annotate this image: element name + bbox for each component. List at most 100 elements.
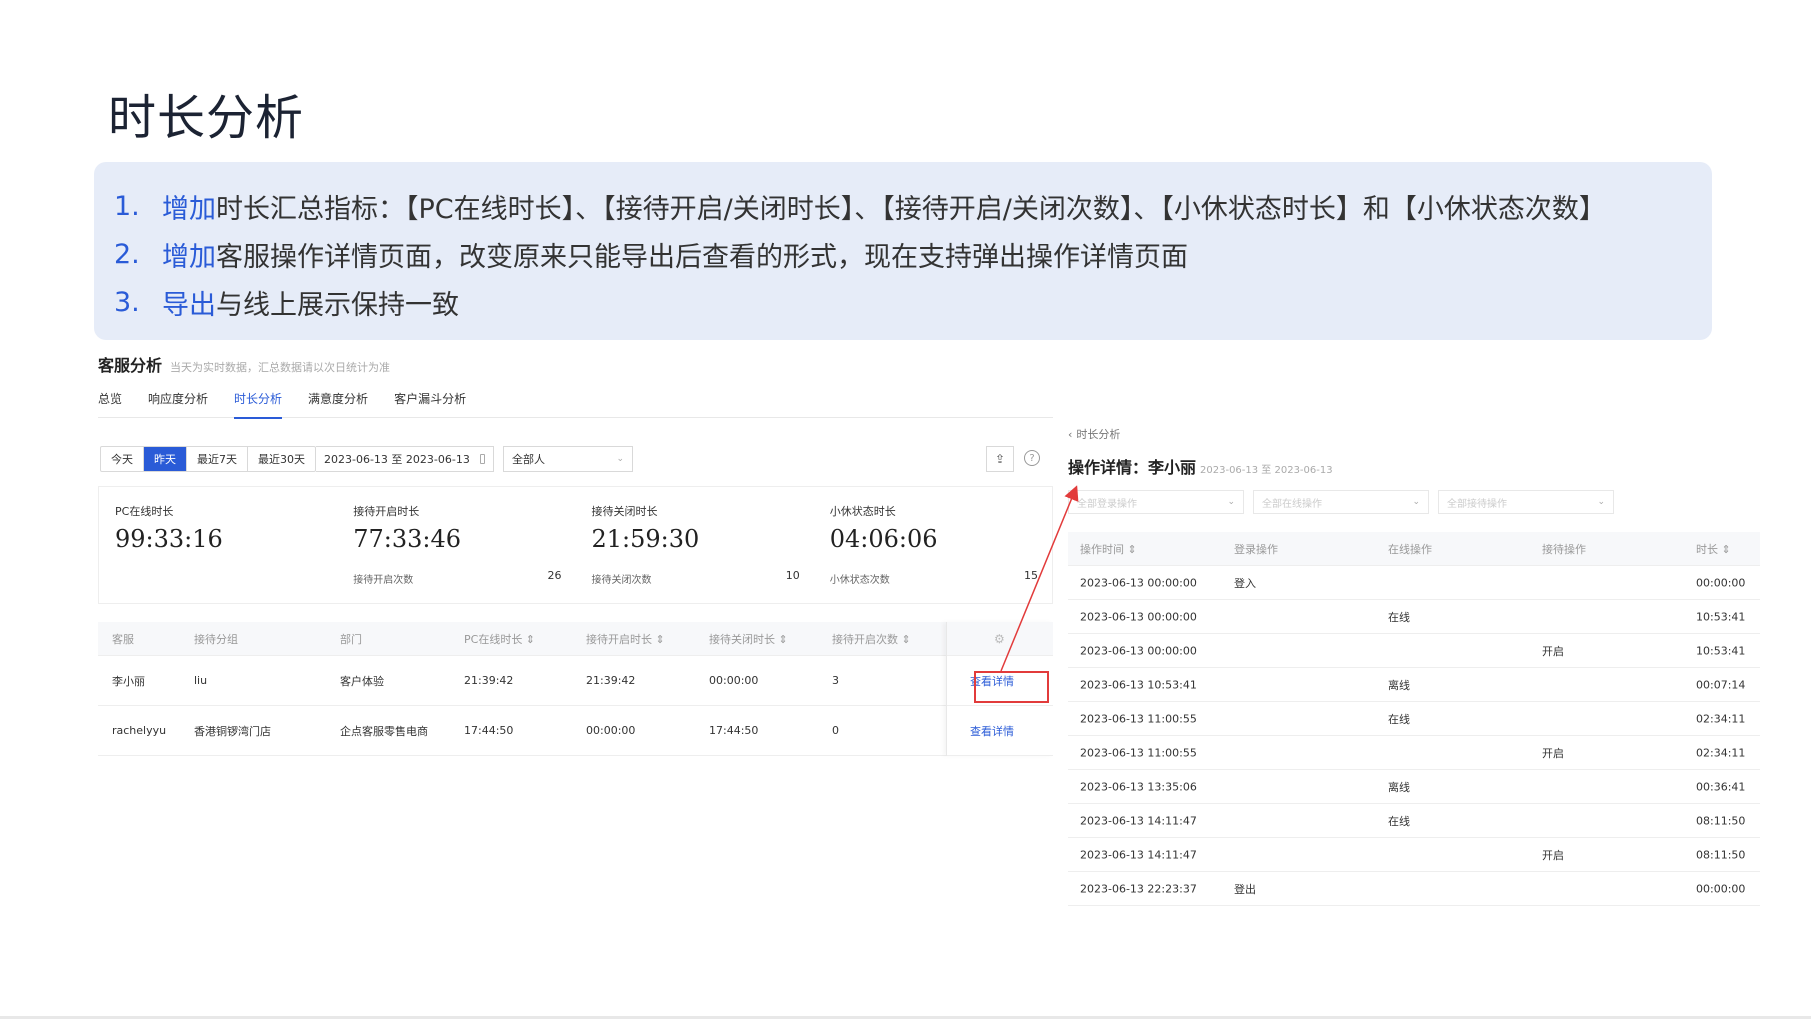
tab-response[interactable]: 响应度分析 <box>148 380 208 418</box>
cell: 10:53:41 <box>1696 610 1746 623</box>
person-select-value: 全部人 <box>512 453 545 466</box>
col-header-sortable[interactable]: 时长 ⇕ <box>1696 541 1731 557</box>
back-link[interactable]: ‹ 时长分析 <box>1068 424 1760 444</box>
note-keyword: 导出 <box>162 289 216 321</box>
cell: 2023-06-13 14:11:47 <box>1080 814 1197 827</box>
stat-value: 21:59:30 <box>591 525 700 553</box>
note-text: 客服操作详情页面，改变原来只能导出后查看的形式，现在支持弹出操作详情页面 <box>216 241 1188 273</box>
date-today-button[interactable]: 今天 <box>101 447 144 471</box>
cell: 08:11:50 <box>1696 814 1746 827</box>
stat-reception-close: 接待关闭时长 21:59:30 接待关闭次数 10 <box>576 487 814 603</box>
stat-break-status: 小休状态时长 04:06:06 小休状态次数 15 <box>814 487 1052 603</box>
cell: 21:39:42 <box>586 674 636 687</box>
cell: 开启 <box>1542 746 1564 760</box>
stat-label: 接待关闭时长 <box>591 505 658 518</box>
online-operation-select[interactable]: 全部在线操作 ⌄ <box>1253 490 1429 514</box>
table-row: 2023-06-13 00:00:00 开启 10:53:41 <box>1068 634 1760 668</box>
cell: 0 <box>832 724 839 737</box>
cell: 2023-06-13 00:00:00 <box>1080 576 1197 589</box>
select-value: 全部登录操作 <box>1077 498 1137 510</box>
panel-title: 客服分析 <box>98 356 163 375</box>
cell: 在线 <box>1388 814 1410 828</box>
stat-label: 接待开启时长 <box>353 505 420 518</box>
tab-funnel[interactable]: 客户漏斗分析 <box>394 380 466 418</box>
cell: 21:39:42 <box>464 674 514 687</box>
tab-overview[interactable]: 总览 <box>98 380 122 418</box>
cell: 17:44:50 <box>464 724 514 737</box>
agent-duration-table: 客服 接待分组 部门 PC在线时长 ⇕ 接待开启时长 ⇕ 接待关闭时长 ⇕ 接待… <box>98 622 1053 756</box>
table-row: 李小丽 liu 客户体验 21:39:42 21:39:42 00:00:00 … <box>98 656 1053 706</box>
date-30days-button[interactable]: 最近30天 <box>248 447 315 471</box>
stat-value: 77:33:46 <box>353 525 462 553</box>
help-icon[interactable]: ? <box>1024 450 1040 466</box>
cell: 离线 <box>1388 678 1410 692</box>
tab-bar: 总览 响应度分析 时长分析 满意度分析 客户漏斗分析 <box>98 380 1053 419</box>
col-header-sortable[interactable]: PC在线时长 ⇕ <box>464 631 535 647</box>
tab-duration[interactable]: 时长分析 <box>234 380 283 419</box>
select-value: 全部接待操作 <box>1447 498 1507 510</box>
date-yesterday-button[interactable]: 昨天 <box>144 447 187 471</box>
cell: 登入 <box>1234 576 1256 590</box>
col-header-sortable[interactable]: 操作时间 ⇕ <box>1080 541 1137 557</box>
cell: 2023-06-13 11:00:55 <box>1080 712 1197 725</box>
col-header: 接待操作 <box>1542 542 1586 556</box>
col-header: 登录操作 <box>1234 542 1278 556</box>
table-row: 2023-06-13 00:00:00 在线 10:53:41 <box>1068 600 1760 634</box>
cell: 02:34:11 <box>1696 712 1746 725</box>
cell: 2023-06-13 00:00:00 <box>1080 644 1197 657</box>
person-select[interactable]: 全部人 ⌄ <box>503 446 633 472</box>
date-range-picker[interactable]: 2023-06-13 至 2023-06-13 <box>316 446 494 472</box>
note-keyword: 增加 <box>162 193 216 225</box>
col-header-sortable[interactable]: 接待开启次数 ⇕ <box>832 631 911 647</box>
stat-count: 26 <box>547 569 562 582</box>
note-keyword: 增加 <box>162 241 216 273</box>
chevron-down-icon: ⌄ <box>616 454 624 464</box>
cell: 2023-06-13 13:35:06 <box>1080 780 1197 793</box>
service-analysis-panel: 客服分析 当天为实时数据，汇总数据请以次日统计为准 总览 响应度分析 时长分析 … <box>98 352 1053 756</box>
table-header: 操作时间 ⇕ 登录操作 在线操作 接待操作 时长 ⇕ <box>1068 532 1760 566</box>
cell: 00:36:41 <box>1696 780 1746 793</box>
cell: 17:44:50 <box>709 724 759 737</box>
cell: 00:07:14 <box>1696 678 1746 691</box>
date-quick-select: 今天 昨天 最近7天 最近30天 <box>100 446 316 472</box>
details-rows: 2023-06-13 00:00:00 登入 00:00:00 2023-06-13 … <box>1068 566 1760 906</box>
details-header: 操作详情：李小丽 2023-06-13 至 2023-06-13 <box>1068 454 1760 478</box>
col-header-sortable[interactable]: 接待开启时长 ⇕ <box>586 631 665 647</box>
slide-title: 时长分析 <box>108 90 305 146</box>
date-7days-button[interactable]: 最近7天 <box>187 447 248 471</box>
col-header: 客服 <box>112 632 134 646</box>
stat-reception-open: 接待开启时长 77:33:46 接待开启次数 26 <box>337 487 575 603</box>
cell: rachelyyu <box>112 724 167 737</box>
export-icon: ⇪ <box>994 452 1006 466</box>
select-value: 全部在线操作 <box>1262 498 1322 510</box>
details-filters: 全部登录操作 ⌄ 全部在线操作 ⌄ 全部接待操作 ⌄ <box>1068 490 1760 514</box>
cell: 开启 <box>1542 848 1564 862</box>
col-header: 接待分组 <box>194 632 238 646</box>
details-title: 操作详情：李小丽 <box>1068 458 1197 477</box>
tab-satisfaction[interactable]: 满意度分析 <box>308 380 368 418</box>
cell: 2023-06-13 11:00:55 <box>1080 746 1197 759</box>
stat-count: 15 <box>1024 569 1038 582</box>
chevron-down-icon: ⌄ <box>1412 497 1420 507</box>
cell: 10:53:41 <box>1696 644 1746 657</box>
chevron-down-icon: ⌄ <box>1227 497 1235 507</box>
login-operation-select[interactable]: 全部登录操作 ⌄ <box>1068 490 1244 514</box>
stat-count: 10 <box>785 569 800 582</box>
details-date: 2023-06-13 至 2023-06-13 <box>1200 465 1333 476</box>
table-row: 2023-06-13 00:00:00 登入 00:00:00 <box>1068 566 1760 600</box>
cell: 企点客服零售电商 <box>340 724 428 738</box>
cell: 2023-06-13 22:23:37 <box>1080 882 1197 895</box>
reception-operation-select[interactable]: 全部接待操作 ⌄ <box>1438 490 1614 514</box>
note-text: 与线上展示保持一致 <box>216 289 459 321</box>
table-header: 客服 接待分组 部门 PC在线时长 ⇕ 接待开启时长 ⇕ 接待关闭时长 ⇕ 接待… <box>98 622 1053 656</box>
date-range-value: 2023-06-13 至 2023-06-13 <box>324 453 470 466</box>
stat-label: PC在线时长 <box>115 505 174 518</box>
export-button[interactable]: ⇪ <box>986 446 1014 472</box>
note-number: 3. <box>114 286 140 318</box>
stat-pc-online: PC在线时长 99:33:16 <box>99 487 337 603</box>
cell: 2023-06-13 14:11:47 <box>1080 848 1197 861</box>
cell: liu <box>194 674 208 687</box>
col-header-sortable[interactable]: 接待关闭时长 ⇕ <box>709 631 788 647</box>
cell: 00:00:00 <box>1696 882 1746 895</box>
panel-subtitle: 当天为实时数据，汇总数据请以次日统计为准 <box>170 361 391 374</box>
